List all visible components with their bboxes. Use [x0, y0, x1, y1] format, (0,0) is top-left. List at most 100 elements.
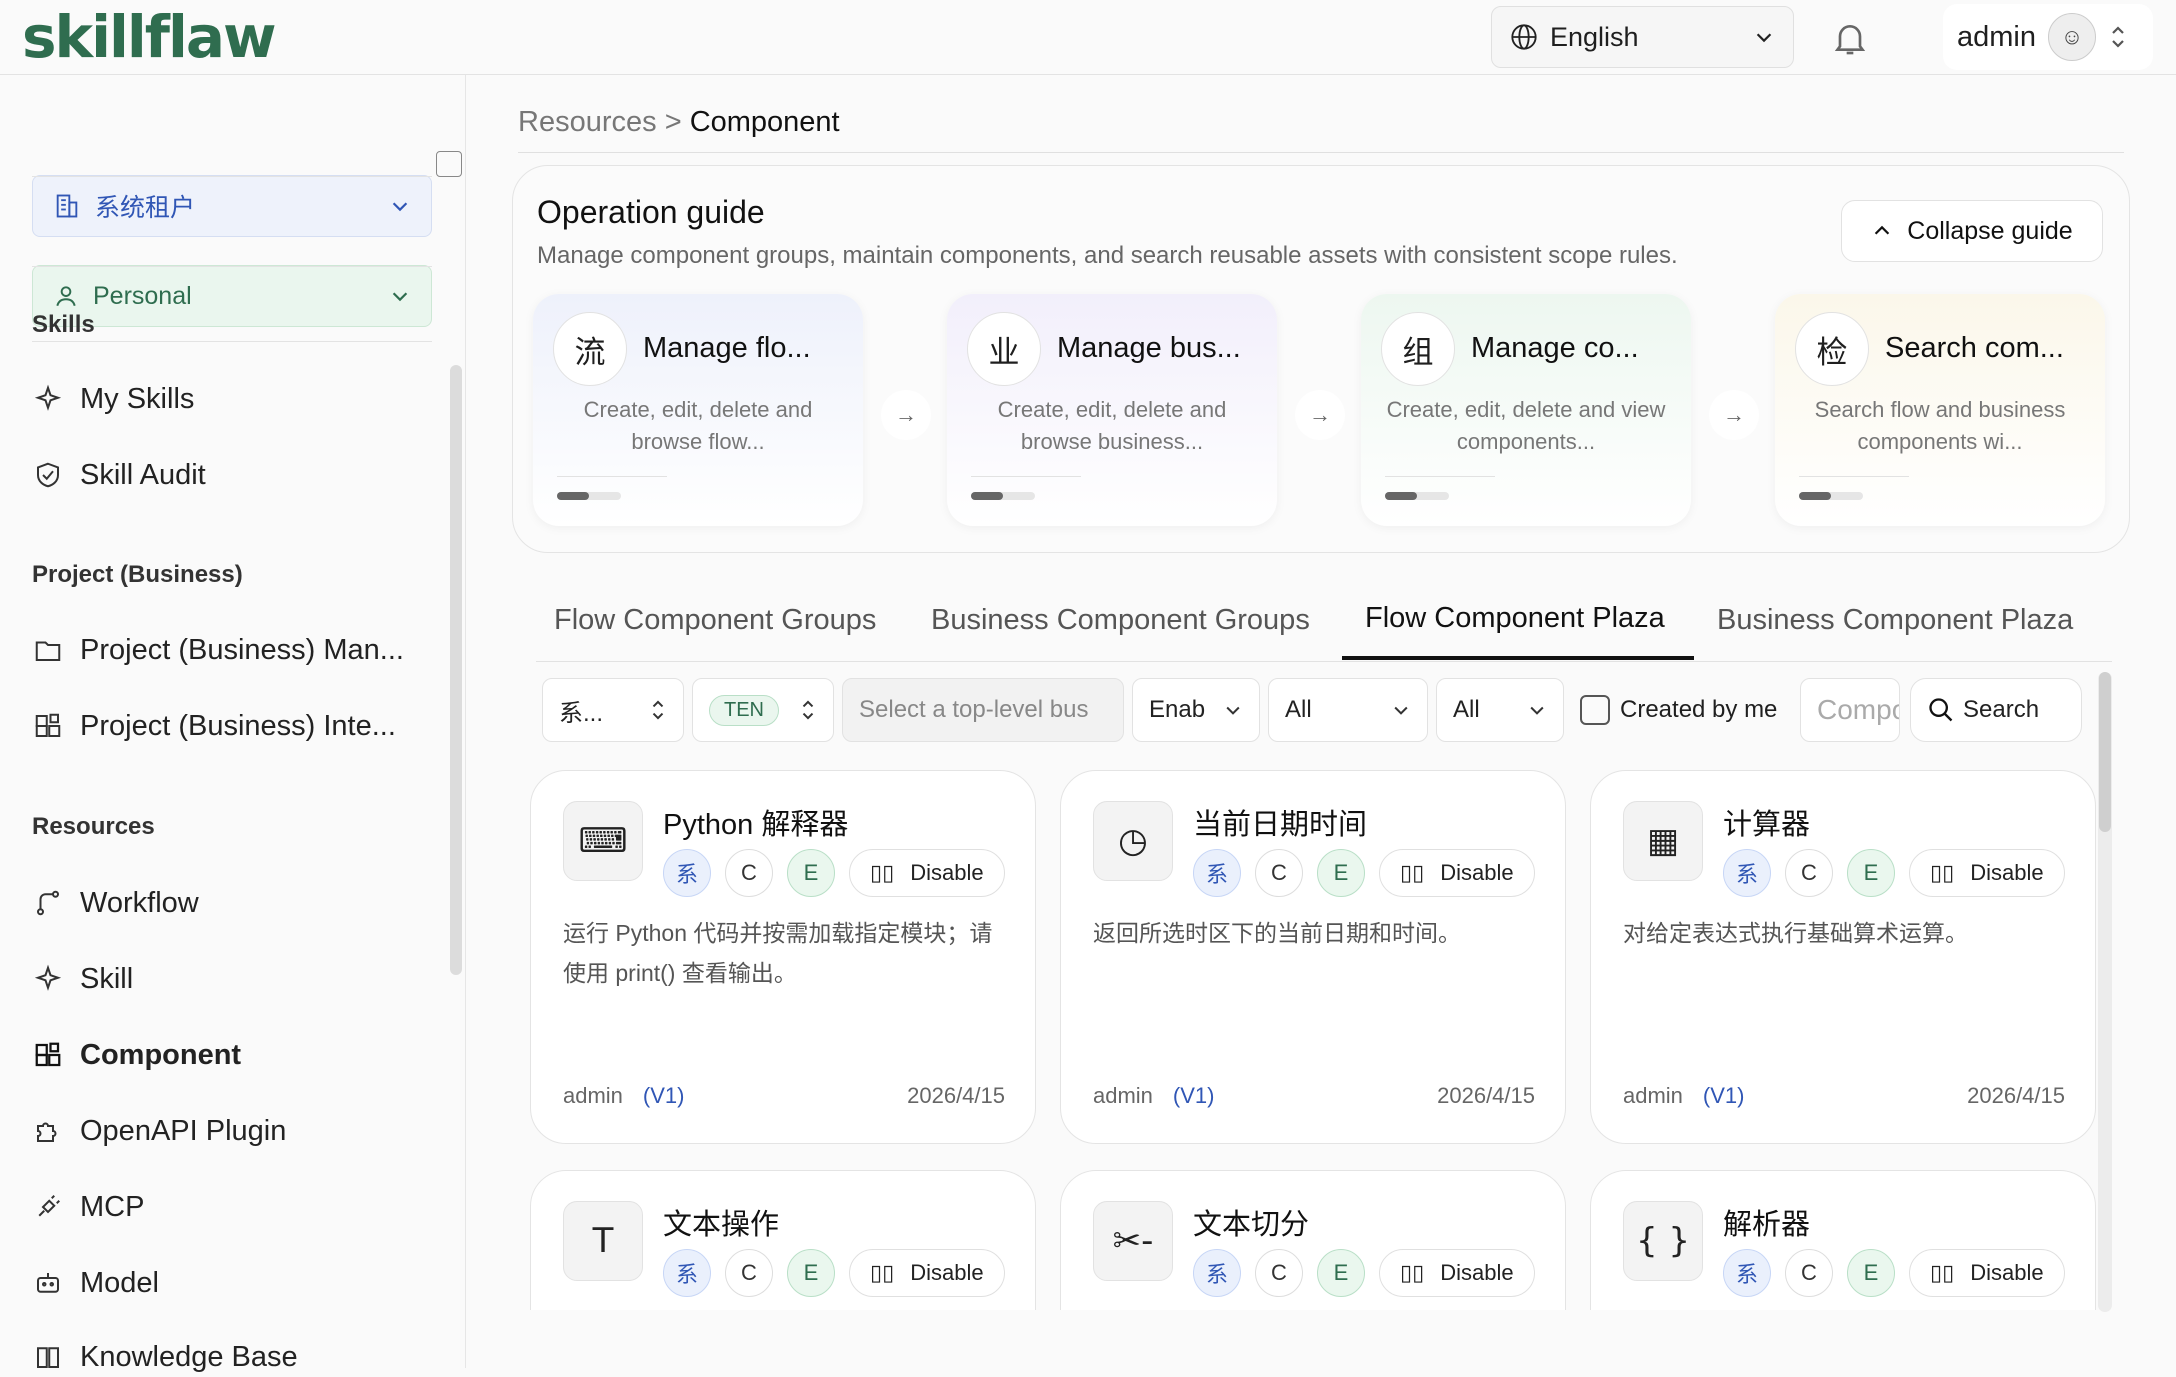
robot-icon: [32, 1267, 64, 1299]
disable-button[interactable]: ▯▯ Disable: [1379, 849, 1535, 897]
system-tag: 系: [1723, 1249, 1771, 1297]
component-name: 文本操作: [663, 1209, 780, 1241]
nav-label: Project (Business) Man...: [80, 633, 404, 666]
tenant-filter-select[interactable]: TEN: [692, 678, 834, 742]
component-date: 2026/4/15: [1967, 1083, 2065, 1108]
guide-step-components[interactable]: 组 Manage co... Create, edit, delete and …: [1361, 294, 1691, 526]
nav-mcp[interactable]: MCP: [32, 1187, 144, 1227]
avatar: ☺: [2048, 13, 2096, 61]
nav-project-management[interactable]: Project (Business) Man...: [32, 630, 404, 670]
search-button-label: Search: [1963, 696, 2040, 723]
type-filter-select[interactable]: All: [1268, 678, 1428, 742]
component-author: admin: [563, 1083, 623, 1108]
system-tag: 系: [663, 1249, 711, 1297]
disable-button[interactable]: ▯▯ Disable: [849, 1249, 1005, 1297]
sparkle-icon: [32, 963, 64, 995]
collapse-guide-button[interactable]: Collapse guide: [1841, 200, 2103, 262]
tab-business-component-plaza[interactable]: Business Component Plaza: [1717, 604, 2073, 637]
chevron-updown-icon: [652, 700, 664, 720]
chevron-down-icon: [1530, 706, 1544, 715]
language-select[interactable]: English: [1491, 6, 1794, 68]
guide-step-business-groups[interactable]: 业 Manage bus... Create, edit, delete and…: [947, 294, 1277, 526]
component-name: 计算器: [1723, 809, 1811, 841]
component-version: (V1): [642, 1083, 685, 1108]
component-search-input[interactable]: Components: [1800, 678, 1900, 742]
tenant-select[interactable]: 系统租户: [32, 175, 432, 237]
disable-button[interactable]: ▯▯ Disable: [1379, 1249, 1535, 1297]
disable-button[interactable]: ▯▯ Disable: [849, 849, 1005, 897]
disable-button[interactable]: ▯▯ Disable: [1909, 1249, 2065, 1297]
disable-label: Disable: [910, 860, 984, 885]
disable-button[interactable]: ▯▯ Disable: [1909, 849, 2065, 897]
chevron-updown-icon: [802, 700, 814, 720]
language-label: English: [1550, 21, 1639, 52]
c-tag: C: [1255, 1249, 1303, 1297]
component-tags: 系 C E ▯▯ Disable: [1193, 1249, 1535, 1297]
step-description: Search flow and business components wi..…: [1814, 397, 2066, 454]
step-title: Search com...: [1885, 332, 2064, 364]
scope-filter-value: 系...: [559, 699, 604, 727]
tab-business-component-groups[interactable]: Business Component Groups: [931, 604, 1310, 637]
component-name: 当前日期时间: [1193, 809, 1368, 841]
category-filter-select[interactable]: All: [1436, 678, 1564, 742]
nav-workflow[interactable]: Workflow: [32, 883, 199, 923]
step-title: Manage bus...: [1057, 332, 1241, 364]
nav-my-skills[interactable]: My Skills: [32, 379, 194, 419]
component-name: 文本切分: [1193, 1209, 1310, 1241]
arrow-right-icon: →: [881, 390, 931, 440]
created-by-me-checkbox[interactable]: Created by me: [1580, 695, 1777, 725]
tab-flow-component-groups[interactable]: Flow Component Groups: [554, 604, 876, 637]
username: admin: [1957, 20, 2036, 53]
nav-project-integration[interactable]: Project (Business) Inte...: [32, 706, 396, 746]
search-button[interactable]: Search: [1910, 678, 2082, 742]
tabs: Flow Component Groups Business Component…: [536, 590, 2112, 662]
nav-label: Skill: [80, 962, 134, 995]
nav-openapi-plugin[interactable]: OpenAPI Plugin: [32, 1111, 286, 1151]
user-menu[interactable]: admin ☺: [1943, 4, 2153, 70]
breadcrumb-parent[interactable]: Resources: [518, 106, 657, 138]
sidebar-scrollbar[interactable]: [450, 365, 462, 975]
scope-filter-select[interactable]: 系...: [542, 678, 684, 742]
tenant-label: 系统租户: [95, 194, 196, 222]
step-progress: [971, 492, 1035, 500]
pause-icon: ▯▯: [870, 1260, 895, 1285]
content-scrollbar[interactable]: [2098, 672, 2112, 1312]
component-card[interactable]: ◷ 当前日期时间系 C E ▯▯ Disable 返回所选时区下的当前日期和时间。 admin…: [1060, 770, 1566, 1144]
disable-label: Disable: [1440, 860, 1514, 885]
step-title: Manage co...: [1471, 332, 1639, 364]
business-filter-select[interactable]: Select a top-level bus: [842, 678, 1124, 742]
component-card[interactable]: T 文本操作系 C E ▯▯ Disable: [530, 1170, 1036, 1310]
book-icon: [32, 1341, 64, 1373]
component-card[interactable]: ✂- 文本切分系 C E ▯▯ Disable: [1060, 1170, 1566, 1310]
pause-icon: ▯▯: [1400, 860, 1425, 885]
component-card[interactable]: { } 解析器系 C E ▯▯ Disable: [1590, 1170, 2096, 1310]
status-filter-select[interactable]: Enab: [1132, 678, 1260, 742]
pause-icon: ▯▯: [870, 860, 895, 885]
component-card[interactable]: ⌨ Python 解释器系 C E ▯▯ Disable 运行 Python 代码并按需加载…: [530, 770, 1036, 1144]
checkbox[interactable]: [1580, 695, 1610, 725]
guide-step-search[interactable]: 检 Search com... Search flow and business…: [1775, 294, 2105, 526]
nav-label: My Skills: [80, 382, 195, 415]
component-card[interactable]: ▦ 计算器系 C E ▯▯ Disable 对给定表达式执行基础算术运算。 admin (V1)…: [1590, 770, 2096, 1144]
nav-skill-audit[interactable]: Skill Audit: [32, 455, 206, 495]
braces-icon: { }: [1623, 1201, 1703, 1281]
tab-flow-component-plaza[interactable]: Flow Component Plaza: [1365, 602, 1665, 635]
guide-title: Operation guide: [537, 194, 765, 230]
e-tag: E: [1847, 1249, 1895, 1297]
nav-knowledge-base[interactable]: Knowledge Base: [32, 1337, 298, 1377]
nav-model[interactable]: Model: [32, 1263, 159, 1303]
sidebar-collapse-button[interactable]: [436, 151, 462, 177]
component-footer: admin (V1) 2026/4/15: [563, 1083, 1005, 1109]
chevron-down-icon: [392, 202, 408, 212]
nav-label: Workflow: [80, 886, 199, 919]
nav-skill[interactable]: Skill: [32, 959, 133, 999]
component-tags: 系 C E ▯▯ Disable: [1723, 849, 2065, 897]
component-tags: 系 C E ▯▯ Disable: [663, 1249, 1005, 1297]
category-filter-value: All: [1453, 696, 1480, 723]
guide-step-flow-groups[interactable]: 流 Manage flo... Create, edit, delete and…: [533, 294, 863, 526]
bell-icon[interactable]: [1830, 18, 1870, 58]
breadcrumb-separator: >: [664, 106, 682, 138]
component-tags: 系 C E ▯▯ Disable: [1723, 1249, 2065, 1297]
nav-component[interactable]: Component: [32, 1035, 241, 1075]
app-logo[interactable]: skillflaw: [22, 2, 277, 72]
